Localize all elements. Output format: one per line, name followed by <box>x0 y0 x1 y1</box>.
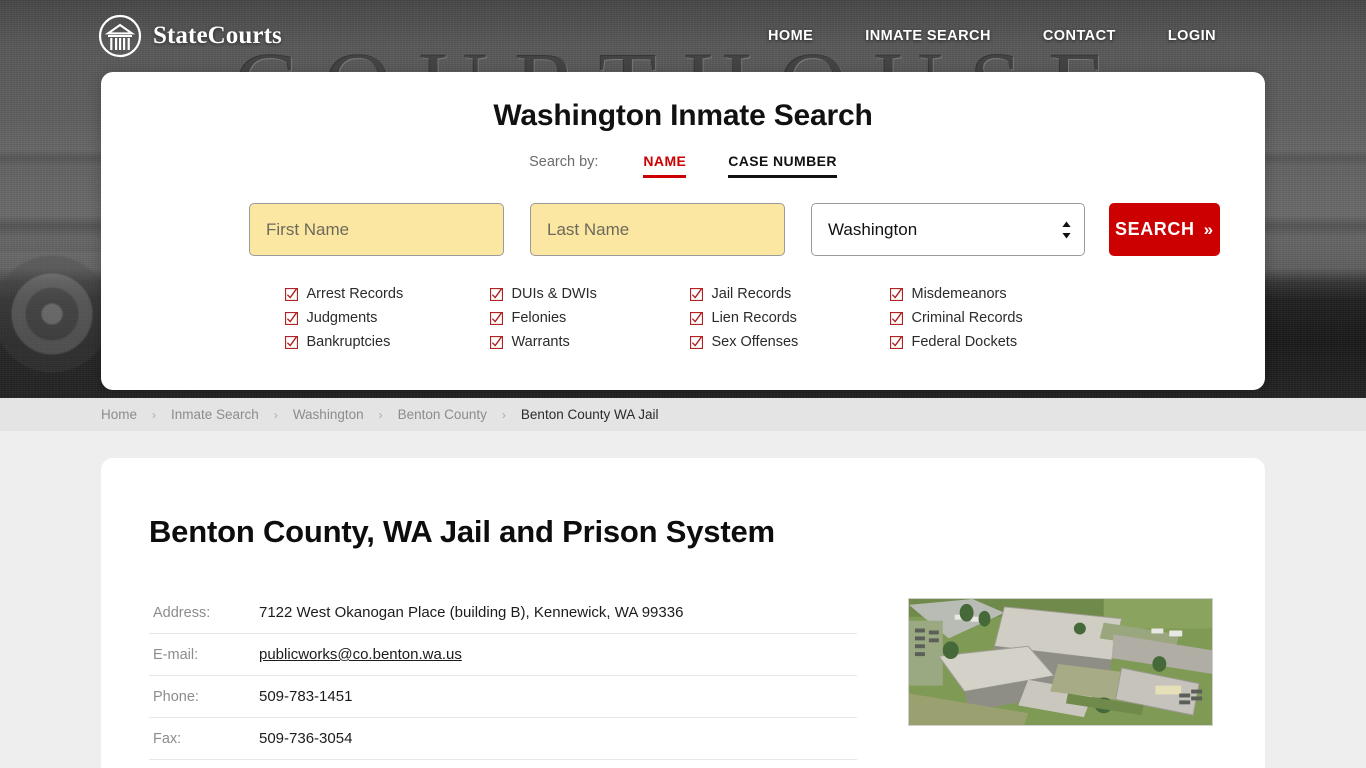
record-type-item[interactable]: Arrest Records <box>284 282 490 306</box>
record-type-item[interactable]: Misdemeanors <box>889 282 1090 306</box>
courthouse-circle-icon <box>98 14 142 58</box>
brand-logo-link[interactable]: StateCourts <box>98 14 282 58</box>
checked-checkbox-icon <box>489 311 503 325</box>
search-button[interactable]: SEARCH » <box>1109 203 1220 256</box>
record-type-item[interactable]: Felonies <box>489 306 690 330</box>
double-chevron-right-icon: » <box>1203 219 1214 239</box>
table-row: E-mail: publicworks@co.benton.wa.us <box>149 634 857 676</box>
table-row: Fax: 509-736-3054 <box>149 718 857 760</box>
nav-contact[interactable]: CONTACT <box>1043 28 1116 44</box>
breadcrumb-separator-icon: › <box>501 407 506 422</box>
detail-value-fax: 509-736-3054 <box>259 730 353 747</box>
checked-checkbox-icon <box>889 287 903 301</box>
facility-photo-wrapper <box>908 592 1213 768</box>
brand-name: StateCourts <box>153 22 282 49</box>
tab-search-by-case-number[interactable]: CASE NUMBER <box>728 153 837 178</box>
detail-label: Phone: <box>153 688 199 705</box>
email-link[interactable]: publicworks@co.benton.wa.us <box>259 646 462 663</box>
breadcrumb-item-washington[interactable]: Washington <box>293 407 364 422</box>
detail-label: Website: <box>149 760 259 768</box>
checked-checkbox-icon <box>689 287 703 301</box>
record-type-label: Sex Offenses <box>711 334 799 350</box>
detail-label: Fax: <box>153 730 182 747</box>
main-navigation: HOME INMATE SEARCH CONTACT LOGIN <box>768 28 1216 44</box>
breadcrumb-item-home[interactable]: Home <box>101 407 137 422</box>
checked-checkbox-icon <box>489 287 503 301</box>
record-type-label: Felonies <box>511 310 567 326</box>
record-type-item[interactable]: Sex Offenses <box>689 330 890 354</box>
page-title: Benton County, WA Jail and Prison System <box>149 514 775 549</box>
record-type-item[interactable]: Jail Records <box>689 282 890 306</box>
breadcrumb-separator-icon: › <box>152 407 157 422</box>
breadcrumb: Home › Inmate Search › Washington › Bent… <box>0 398 1366 431</box>
record-type-label: Bankruptcies <box>306 334 391 350</box>
record-type-item[interactable]: Bankruptcies <box>284 330 490 354</box>
table-row: Phone: 509-783-1451 <box>149 676 857 718</box>
detail-value-website: http://www.co.benton.wa.us/pview.aspx?id… <box>259 760 857 768</box>
facility-detail-area: Address: 7122 West Okanogan Place (build… <box>101 550 1265 768</box>
checked-checkbox-icon <box>284 335 298 349</box>
record-type-label: Judgments <box>306 310 378 326</box>
record-type-item[interactable]: Federal Dockets <box>889 330 1090 354</box>
breadcrumb-item-current: Benton County WA Jail <box>520 407 659 422</box>
hero-header: COURTHOUSE StateCourts HOME INMATE SEAR <box>0 0 1366 398</box>
record-type-item[interactable]: DUIs & DWIs <box>489 282 690 306</box>
record-type-label: DUIs & DWIs <box>511 286 597 302</box>
breadcrumb-separator-icon: › <box>378 407 383 422</box>
tab-search-by-name[interactable]: NAME <box>643 153 687 178</box>
table-row: Website: http://www.co.benton.wa.us/pvie… <box>149 760 857 768</box>
record-type-item[interactable]: Judgments <box>284 306 490 330</box>
search-card-title: Washington Inmate Search <box>493 99 873 132</box>
search-fields-row: Washington SEARCH » <box>101 203 1265 256</box>
checked-checkbox-icon <box>284 287 298 301</box>
record-type-label: Jail Records <box>711 286 792 302</box>
state-select[interactable]: Washington <box>811 203 1085 256</box>
record-type-label: Warrants <box>511 334 570 350</box>
last-name-input[interactable] <box>530 203 785 256</box>
detail-value-address: 7122 West Okanogan Place (building B), K… <box>259 604 684 621</box>
record-type-item[interactable]: Warrants <box>489 330 690 354</box>
facility-content-card: Benton County, WA Jail and Prison System… <box>101 458 1265 768</box>
top-bar: StateCourts HOME INMATE SEARCH CONTACT L… <box>0 0 1366 72</box>
facility-details-table: Address: 7122 West Okanogan Place (build… <box>149 592 857 768</box>
record-type-label: Misdemeanors <box>911 286 1007 302</box>
search-by-label: Search by: <box>529 154 599 170</box>
record-type-label: Federal Dockets <box>911 334 1018 350</box>
checked-checkbox-icon <box>284 311 298 325</box>
record-type-item[interactable]: Lien Records <box>689 306 890 330</box>
detail-value-email: publicworks@co.benton.wa.us <box>259 634 857 676</box>
nav-home[interactable]: HOME <box>768 28 813 44</box>
search-by-row: Search by: NAME CASE NUMBER <box>101 153 1265 178</box>
detail-label: E-mail: <box>153 646 199 663</box>
checked-checkbox-icon <box>889 311 903 325</box>
table-row: Address: 7122 West Okanogan Place (build… <box>149 592 857 634</box>
record-type-label: Arrest Records <box>306 286 404 302</box>
search-button-label: SEARCH <box>1115 219 1195 239</box>
inmate-search-card: Washington Inmate Search Search by: NAME… <box>101 72 1265 390</box>
nav-login[interactable]: LOGIN <box>1168 28 1216 44</box>
checked-checkbox-icon <box>689 311 703 325</box>
checked-checkbox-icon <box>489 335 503 349</box>
record-type-label: Criminal Records <box>911 310 1023 326</box>
checked-checkbox-icon <box>889 335 903 349</box>
first-name-input[interactable] <box>249 203 504 256</box>
state-select-wrapper: Washington <box>811 203 1085 256</box>
nav-inmate-search[interactable]: INMATE SEARCH <box>865 28 991 44</box>
detail-value-phone: 509-783-1451 <box>259 688 353 705</box>
breadcrumb-separator-icon: › <box>273 407 278 422</box>
record-type-item[interactable]: Criminal Records <box>889 306 1090 330</box>
record-type-label: Lien Records <box>711 310 797 326</box>
breadcrumb-item-inmate-search[interactable]: Inmate Search <box>171 407 259 422</box>
checked-checkbox-icon <box>689 335 703 349</box>
breadcrumb-item-benton-county[interactable]: Benton County <box>398 407 487 422</box>
record-types-list: Arrest Records DUIs & DWIs Jail Records … <box>101 282 1265 354</box>
detail-label: Address: <box>153 604 211 621</box>
facility-aerial-photo <box>908 598 1213 726</box>
